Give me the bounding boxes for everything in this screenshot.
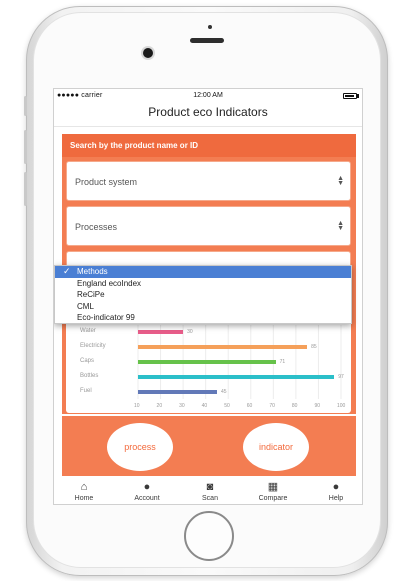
home-icon: ⌂ <box>80 481 88 493</box>
product-system-select[interactable]: Product system ▲ ▼ <box>66 161 351 201</box>
bar <box>138 330 184 335</box>
checkmark-icon: ✓ <box>63 266 71 276</box>
tab-label: Help <box>328 495 344 502</box>
earpiece-speaker <box>190 38 224 43</box>
battery-icon <box>343 93 357 99</box>
dropdown-option-methods[interactable]: ✓ Methods <box>55 266 351 278</box>
app-screen: ●●●●● carrier 12:00 AM Product eco Indic… <box>53 88 363 505</box>
home-button[interactable] <box>184 511 234 561</box>
volume-down-button <box>24 172 27 206</box>
dropdown-option-recipe[interactable]: ReCiPe <box>55 289 351 301</box>
bar-value-label: 30 <box>187 329 193 336</box>
tab-home[interactable]: ⌂ Home <box>64 478 104 504</box>
bar-value-label: 71 <box>279 359 286 365</box>
tab-label: Compare <box>258 495 288 502</box>
status-bar: ●●●●● carrier 12:00 AM <box>54 89 362 103</box>
x-tick-label: 80 <box>291 403 298 409</box>
grid-icon: ▦ <box>267 481 279 493</box>
nav-divider <box>54 126 362 127</box>
category-label: Caps <box>80 358 95 364</box>
tab-scan[interactable]: ◙ Scan <box>190 478 230 504</box>
chart-gridlines <box>137 325 342 399</box>
tab-compare[interactable]: ▦ Compare <box>253 478 293 504</box>
tab-label: Home <box>74 495 94 502</box>
account-icon: ● <box>143 481 151 493</box>
tab-account[interactable]: ● Account <box>127 478 167 504</box>
x-tick-label: 50 <box>224 403 230 409</box>
tab-help[interactable]: ● Help <box>316 478 356 504</box>
category-label: Fuel <box>80 387 92 394</box>
chevron-updown-icon: ▲▼ <box>337 220 344 232</box>
methods-dropdown: ✓ Methods England ecoIndex ReCiPe CML Ec… <box>54 265 352 324</box>
processes-label: Processes <box>75 222 118 232</box>
page-title: Product eco Indicators <box>148 105 268 119</box>
processes-select[interactable]: Processes ▲ ▼ <box>66 206 351 246</box>
category-label: Water <box>80 328 96 335</box>
volume-up-button <box>24 130 27 164</box>
x-tick-label: 40 <box>201 403 208 409</box>
x-tick-label: 100 <box>337 403 346 409</box>
process-button[interactable]: process <box>107 423 173 471</box>
x-tick-label: 70 <box>269 403 275 409</box>
option-label: CML <box>77 301 94 311</box>
chat-bubble-icon: ● <box>332 481 340 493</box>
product-system-label: Product system <box>75 177 138 187</box>
bar <box>138 360 276 364</box>
category-label: Electricity <box>80 343 106 350</box>
dropdown-option-eco-indicator-99[interactable]: Eco-indicator 99 <box>55 312 351 324</box>
chevron-updown-icon: ▲▼ <box>337 175 344 187</box>
bar <box>138 345 308 350</box>
mute-switch <box>24 96 27 116</box>
front-camera <box>143 48 153 58</box>
category-label: Bottles <box>80 372 99 379</box>
dropdown-option-england-ecoindex[interactable]: England ecoIndex <box>55 278 351 290</box>
search-bar[interactable]: Search by the product name or ID <box>62 134 356 157</box>
x-tick-label: 10 <box>134 403 140 409</box>
indicator-chart: Water 30 Electricity 85 Caps 71 Bottles 97 Fuel 4… <box>66 321 351 413</box>
bar-value-label: 85 <box>311 344 317 351</box>
battery-tip <box>357 94 359 98</box>
option-label: ReCiPe <box>77 290 105 299</box>
dropdown-option-cml[interactable]: CML <box>55 301 351 313</box>
tab-label: Scan <box>202 495 218 502</box>
indicator-button[interactable]: indicator <box>243 423 309 471</box>
x-tick-label: 30 <box>179 403 185 409</box>
camera-icon: ◙ <box>206 481 214 493</box>
bar <box>138 374 335 379</box>
bar-value-label: 97 <box>338 373 344 380</box>
option-label: Eco-indicator 99 <box>77 313 135 322</box>
x-tick-label: 90 <box>314 403 320 409</box>
sensor-dot <box>208 25 212 29</box>
bar-value-label: 45 <box>220 388 227 395</box>
option-label: Methods <box>77 267 108 276</box>
option-label: England ecoIndex <box>77 278 142 288</box>
clock: 12:00 AM <box>193 92 223 99</box>
tab-bar: ⌂ Home ● Account ◙ Scan ▦ Compare ● Help <box>54 478 362 504</box>
tab-label: Account <box>134 495 160 502</box>
bar <box>138 389 217 394</box>
x-tick-label: 60 <box>246 403 253 409</box>
x-tick-label: 20 <box>156 403 163 409</box>
